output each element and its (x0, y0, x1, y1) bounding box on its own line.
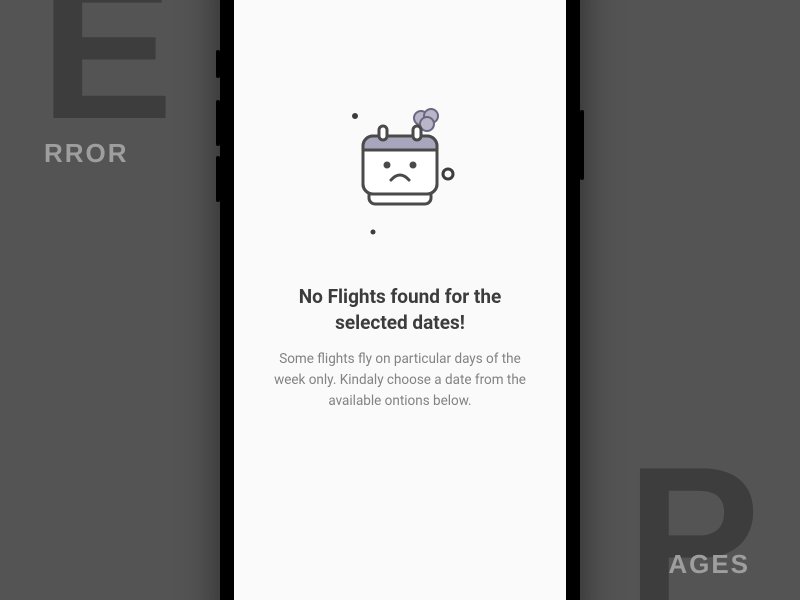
phone-screen: No Flights found for the selected dates!… (234, 0, 566, 600)
phone-power-button (580, 110, 584, 180)
sad-calendar-illustration (325, 104, 475, 244)
phone-volume-up (216, 100, 220, 146)
phone-frame: No Flights found for the selected dates!… (220, 0, 580, 600)
background-letter-e: E (40, 0, 165, 130)
background-label-rror: RROR (44, 138, 129, 169)
phone-mute-switch (216, 50, 220, 78)
background-label-ages: AGES (668, 549, 750, 580)
error-title: No Flights found for the selected dates! (270, 284, 530, 335)
error-subtitle: Some flights fly on particular days of t… (270, 349, 530, 412)
phone-volume-down (216, 156, 220, 202)
calendar-icon (325, 104, 475, 244)
